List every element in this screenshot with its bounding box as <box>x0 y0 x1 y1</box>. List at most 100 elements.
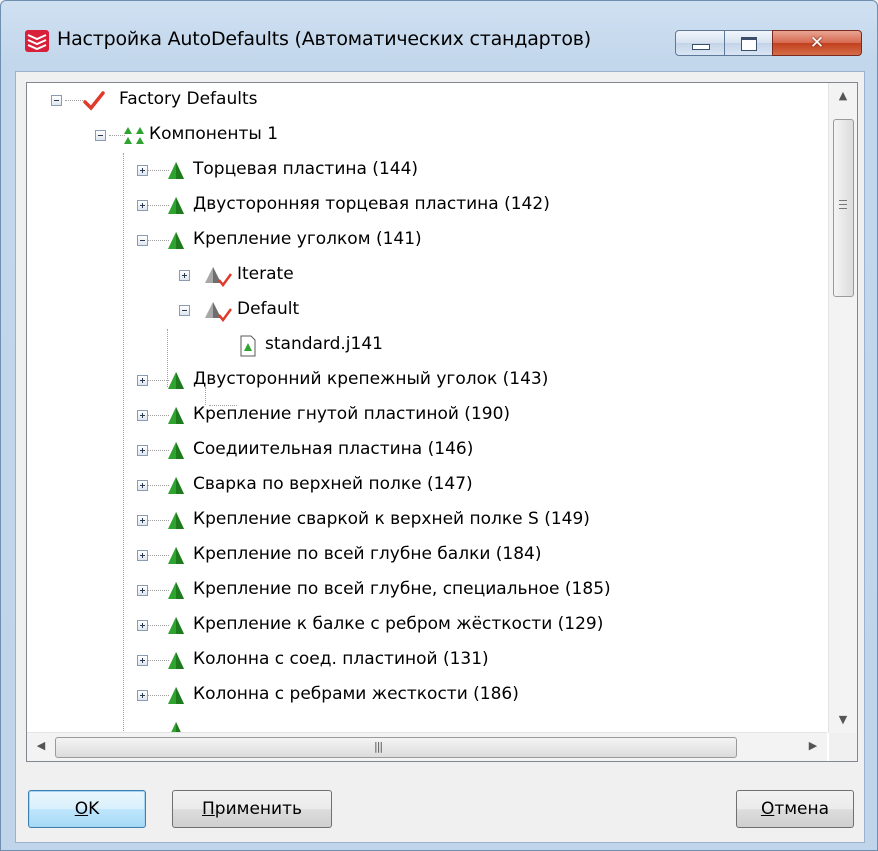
expand-toggle[interactable] <box>179 270 190 281</box>
tree-node-component[interactable]: Крепление по всей глубне, специальное (1… <box>27 573 817 607</box>
title-bar[interactable]: Настройка AutoDefaults (Автоматических с… <box>1 1 877 71</box>
tree-node-component[interactable]: Сварка по верхней полке (147) <box>27 468 817 502</box>
tree-node-label: Крепление уголком (141) <box>193 229 422 249</box>
cancel-button[interactable]: Отмена <box>736 790 854 828</box>
tree-node-label: Крепление по всей глубне, специальное (1… <box>193 579 611 599</box>
tree-node-label: Factory Defaults <box>119 89 258 109</box>
scroll-up-arrow[interactable]: ▲ <box>829 83 857 109</box>
tree-node-components[interactable]: Компоненты 1 <box>27 118 817 152</box>
tree-node-component[interactable]: Крепление уголком (141) <box>27 223 817 257</box>
expand-toggle[interactable] <box>137 375 148 386</box>
tree-node-component[interactable]: Крепление сваркой к верхней полке S (149… <box>27 503 817 537</box>
minimize-icon <box>692 44 710 50</box>
tree-node-component[interactable]: Крепление гнутой пластиной (190) <box>27 398 817 432</box>
cone-check-icon <box>205 302 233 322</box>
expand-toggle[interactable] <box>137 165 148 176</box>
tree-node-label: Крепление сваркой к верхней полке S (149… <box>193 509 590 529</box>
expand-toggle[interactable] <box>137 550 148 561</box>
cone-icon <box>168 687 184 704</box>
collapse-toggle[interactable] <box>95 130 106 141</box>
tree-node-label: Крепление гнутой пластиной (190) <box>193 404 511 424</box>
tree-node-label: standard.j141 <box>265 334 383 354</box>
tree-node-component[interactable]: Двусторонний крепежный уголок (143) <box>27 363 817 397</box>
collapse-toggle[interactable] <box>51 95 62 106</box>
tree-node-label: Компоненты 1 <box>149 124 279 144</box>
close-button[interactable]: ✕ <box>772 30 862 56</box>
expand-toggle[interactable] <box>137 410 148 421</box>
dialog-body: Factory Defaults Компоненты 1 Торцевая п… <box>15 71 865 843</box>
cone-icon <box>168 477 184 494</box>
tree-node-file[interactable]: standard.j141 <box>27 328 817 362</box>
ok-mnemonic: O <box>74 799 89 819</box>
tree-node-component[interactable]: Крепление к балке с ребром жёсткости (12… <box>27 608 817 642</box>
expand-toggle[interactable] <box>137 585 148 596</box>
tree-node-iterate[interactable]: Iterate <box>27 258 817 292</box>
tree-node-component-partial[interactable] <box>27 713 817 733</box>
tree-viewport: Factory Defaults Компоненты 1 Торцевая п… <box>27 83 827 733</box>
cone-check-icon <box>205 267 233 287</box>
apply-button[interactable]: Применить <box>172 790 332 828</box>
apply-label: рименить <box>214 799 302 819</box>
expand-toggle[interactable] <box>137 200 148 211</box>
cone-icon <box>168 547 184 564</box>
cone-icon <box>168 407 184 424</box>
autodefaults-dialog: Настройка AutoDefaults (Автоматических с… <box>0 0 878 851</box>
tree-node-label: Iterate <box>237 264 294 284</box>
autodefaults-tree[interactable]: Factory Defaults Компоненты 1 Торцевая п… <box>26 82 858 762</box>
tree-node-component[interactable]: Соедиительная пластина (146) <box>27 433 817 467</box>
grip-icon: ||| <box>374 740 383 753</box>
tree-node-component[interactable]: Крепление по всей глубне балки (184) <box>27 538 817 572</box>
cone-icon <box>168 442 184 459</box>
expand-toggle[interactable] <box>137 480 148 491</box>
vertical-scrollbar[interactable]: ▲ ▼ <box>828 83 857 733</box>
tree-node-component[interactable]: Двусторонняя торцевая пластина (142) <box>27 188 817 222</box>
tree-node-default[interactable]: Default <box>27 293 817 327</box>
expand-toggle[interactable] <box>137 655 148 666</box>
cancel-label: тмена <box>774 799 830 819</box>
collapse-toggle[interactable] <box>137 235 148 246</box>
close-icon: ✕ <box>809 33 825 53</box>
apply-mnemonic: П <box>201 799 215 819</box>
scroll-left-arrow[interactable]: ◀ <box>27 733 55 759</box>
tree-node-label: Сварка по верхней полке (147) <box>193 474 473 494</box>
tree-node-label: Крепление к балке с ребром жёсткости (12… <box>193 614 604 634</box>
expand-toggle[interactable] <box>137 445 148 456</box>
maximize-icon <box>741 37 757 51</box>
components-icon <box>124 127 144 144</box>
expand-toggle[interactable] <box>137 620 148 631</box>
tree-node-label: Крепление по всей глубне балки (184) <box>193 544 542 564</box>
tree-node-label: Колонна с ребрами жесткости (186) <box>193 684 519 704</box>
scroll-right-arrow[interactable]: ▶ <box>799 733 827 759</box>
grip-line <box>839 200 847 201</box>
tree-node-component[interactable]: Колонна с ребрами жесткости (186) <box>27 678 817 712</box>
horizontal-scrollbar[interactable]: ◀ ||| ▶ <box>27 732 827 761</box>
tree-node-label: Двусторонняя торцевая пластина (142) <box>193 194 550 214</box>
tree-node-factory-defaults[interactable]: Factory Defaults <box>27 83 817 117</box>
cone-icon <box>168 652 184 669</box>
cancel-mnemonic: О <box>760 799 775 819</box>
grip-line <box>839 204 847 205</box>
cone-icon <box>168 512 184 529</box>
minimize-button[interactable] <box>675 30 725 56</box>
expand-toggle[interactable] <box>137 515 148 526</box>
tree-node-label: Соедиительная пластина (146) <box>193 439 474 459</box>
scroll-down-arrow[interactable]: ▼ <box>829 707 857 733</box>
maximize-button[interactable] <box>724 30 773 56</box>
expand-toggle[interactable] <box>137 690 148 701</box>
cone-icon <box>168 162 184 179</box>
horizontal-scroll-thumb[interactable]: ||| <box>55 737 737 758</box>
cone-icon <box>168 372 184 389</box>
cone-icon <box>168 197 184 214</box>
file-icon <box>240 335 256 357</box>
cone-icon <box>168 232 184 249</box>
vertical-scroll-thumb[interactable] <box>833 119 854 297</box>
cone-icon <box>168 617 184 634</box>
scroll-corner <box>829 733 857 761</box>
ok-button[interactable]: OK <box>28 790 146 828</box>
grip-line <box>839 208 847 209</box>
tree-node-label: Двусторонний крепежный уголок (143) <box>193 369 549 389</box>
tree-node-component[interactable]: Торцевая пластина (144) <box>27 153 817 187</box>
collapse-toggle[interactable] <box>179 305 190 316</box>
tree-node-component[interactable]: Колонна с соед. пластиной (131) <box>27 643 817 677</box>
tree-node-label: Колонна с соед. пластиной (131) <box>193 649 489 669</box>
